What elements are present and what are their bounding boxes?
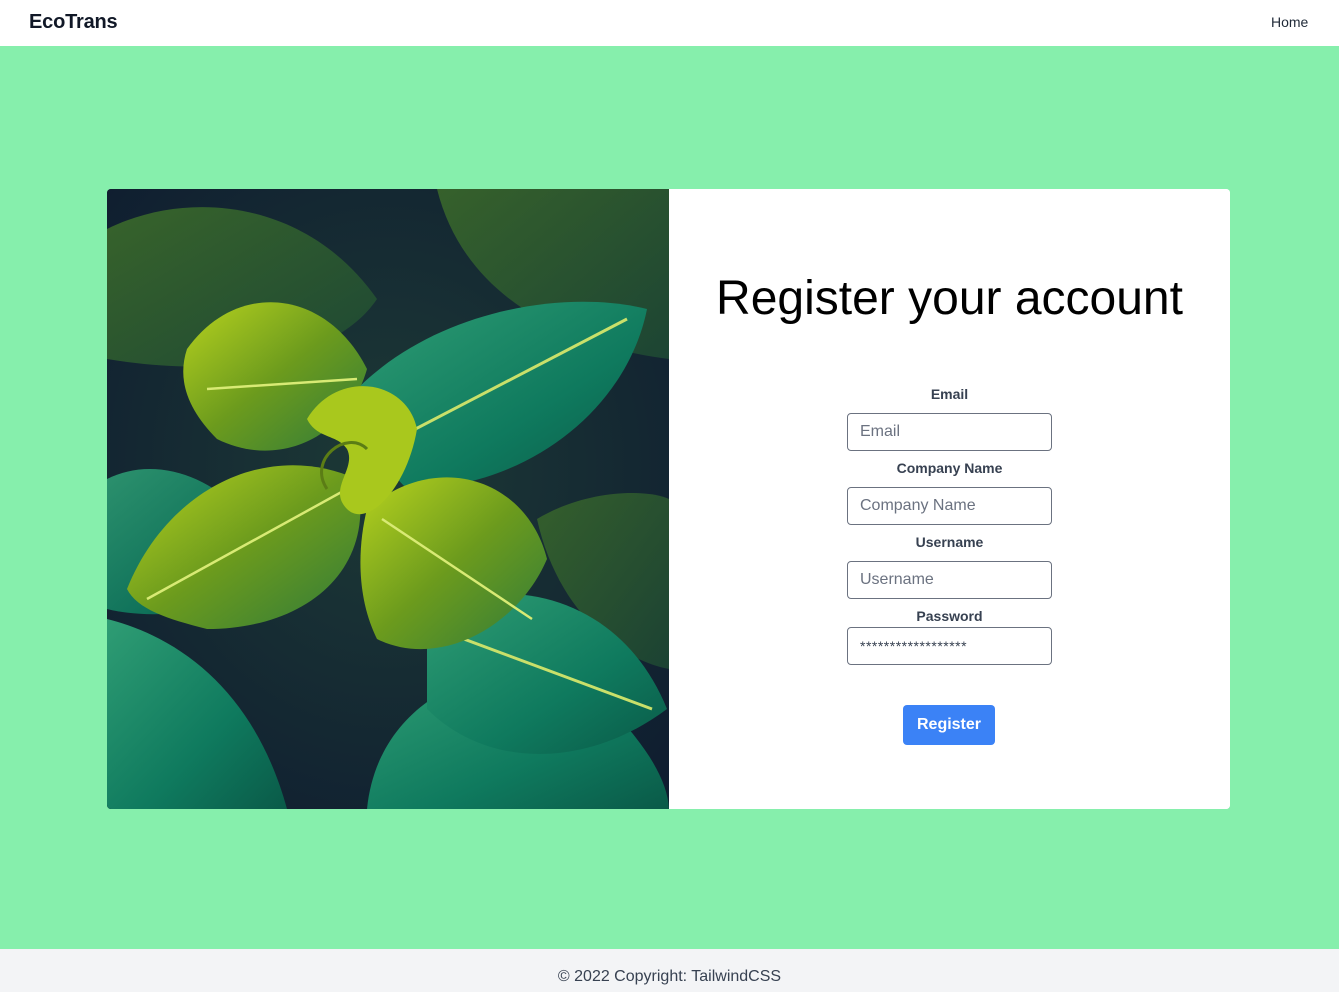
company-name-label: Company Name (896, 460, 1003, 476)
page-title: Register your account (716, 272, 1183, 325)
footer: © 2022 Copyright: TailwindCSS (0, 949, 1339, 992)
username-label: Username (915, 534, 984, 550)
copyright-text: © 2022 Copyright: TailwindCSS (557, 968, 782, 985)
register-button[interactable]: Register (903, 705, 995, 745)
nav-link-home[interactable]: Home (1271, 14, 1308, 30)
brand-logo-text[interactable]: EcoTrans (29, 11, 118, 34)
register-card: Register your account Email Company Name… (107, 189, 1230, 809)
email-field[interactable] (847, 413, 1052, 451)
company-name-field[interactable] (847, 487, 1052, 525)
password-label: Password (916, 608, 983, 624)
username-field[interactable] (847, 561, 1052, 599)
top-navbar: EcoTrans Home (0, 0, 1339, 46)
email-label: Email (930, 386, 969, 402)
register-form-panel: Register your account Email Company Name… (669, 189, 1230, 809)
password-field[interactable] (847, 627, 1052, 665)
plant-image (107, 189, 669, 809)
leaf-illustration (107, 189, 669, 809)
